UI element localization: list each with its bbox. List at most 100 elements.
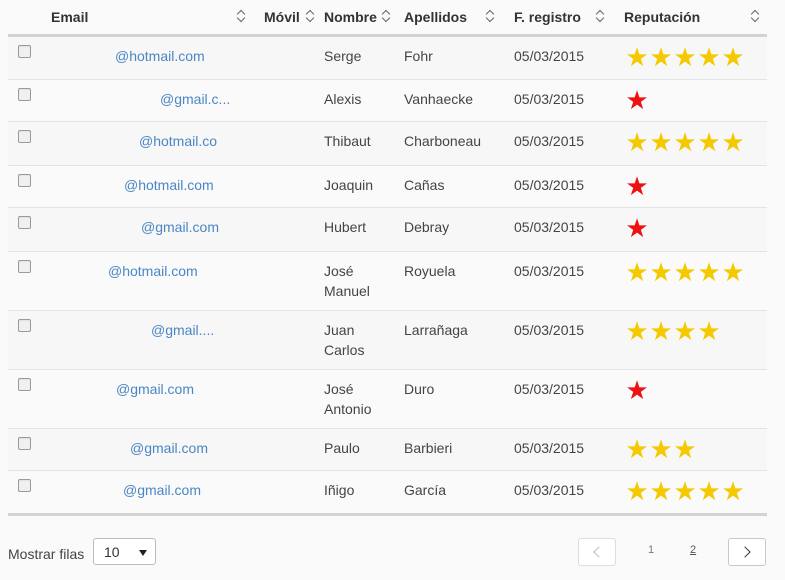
star-icon: ★	[625, 171, 648, 201]
email-link[interactable]: @hotmail.com	[124, 166, 214, 195]
star-rating: ★ ★ ★ ★ ★	[624, 471, 767, 506]
page-2-link[interactable]: 2	[690, 544, 696, 556]
reputacion-cell: ★	[624, 80, 767, 122]
email-link[interactable]: @hotmail.com	[115, 37, 205, 66]
email-cell: @hotmail.com	[48, 166, 260, 208]
nombre-cell: José Manuel	[324, 252, 404, 311]
apellidos-cell-text: Duro	[404, 381, 435, 397]
row-select-cell	[8, 166, 48, 208]
table-row[interactable]: @gmail.com Iñigo García 05/03/2015 ★ ★ ★ ★ ★	[8, 470, 767, 515]
fregistro-cell-text: 05/03/2015	[514, 48, 585, 64]
movil-cell	[260, 80, 324, 122]
star-icon: ★	[625, 375, 648, 405]
star-icon: ★	[625, 213, 648, 243]
prev-page-button[interactable]	[578, 538, 616, 566]
fregistro-cell: 05/03/2015	[514, 80, 624, 122]
header-nombre[interactable]: Nombre	[324, 0, 404, 37]
sort-icon[interactable]	[751, 9, 760, 23]
table-row[interactable]: @gmail.com José Antonio Duro 05/03/2015 ★	[8, 369, 767, 429]
row-select-cell	[8, 80, 48, 122]
table-row[interactable]: @gmail.com Hubert Debray 05/03/2015 ★	[8, 207, 767, 252]
header-email[interactable]: Email	[48, 0, 260, 37]
movil-cell	[260, 252, 324, 311]
table-row[interactable]: @hotmail.co Thibaut Charboneau 05/03/2015 ★ ★…	[8, 121, 767, 166]
sort-icon[interactable]	[486, 9, 495, 23]
sort-icon[interactable]	[237, 9, 246, 23]
email-cell: @hotmail.com	[48, 36, 260, 80]
page-1-link[interactable]: 1	[648, 544, 654, 556]
table-row[interactable]: @hotmail.com Joaquin Cañas 05/03/2015 ★	[8, 165, 767, 208]
star-icon: ★	[649, 316, 672, 346]
header-movil[interactable]: Móvil	[260, 0, 324, 37]
header-apellidos[interactable]: Apellidos	[404, 0, 514, 37]
header-movil-label: Móvil	[264, 9, 300, 25]
email-link[interactable]: @gmail.com	[141, 208, 219, 237]
table-row[interactable]: @gmail.c... Alexis Vanhaecke 05/03/2015 ★	[8, 79, 767, 122]
sort-icon[interactable]	[306, 9, 315, 23]
row-checkbox[interactable]	[18, 216, 31, 229]
table-row[interactable]: @hotmail.com José Manuel Royuela 05/03/2015…	[8, 251, 767, 311]
fregistro-cell-text: 05/03/2015	[514, 322, 585, 338]
row-checkbox[interactable]	[18, 174, 31, 187]
email-link[interactable]: @hotmail.com	[108, 252, 198, 281]
header-select	[8, 0, 48, 37]
email-link[interactable]: @hotmail.co	[139, 122, 217, 151]
rows-per-page-select[interactable]: 10	[93, 538, 156, 565]
email-link[interactable]: @gmail.c...	[160, 80, 230, 109]
email-cell: @gmail.com	[48, 429, 260, 471]
nombre-cell: Thibaut	[324, 122, 404, 166]
apellidos-cell-text: Larrañaga	[404, 322, 468, 338]
next-page-button[interactable]	[728, 538, 766, 566]
caret-down-icon	[139, 550, 147, 556]
star-icon: ★	[697, 476, 720, 506]
email-cell: @gmail.com	[48, 471, 260, 515]
email-link[interactable]: @gmail.com	[116, 370, 194, 399]
star-icon: ★	[697, 316, 720, 346]
star-icon: ★	[721, 257, 744, 287]
star-rating: ★	[624, 80, 767, 113]
apellidos-cell: Duro	[404, 370, 514, 429]
nombre-cell: Alexis	[324, 80, 404, 122]
email-link[interactable]: @gmail.com	[130, 429, 208, 458]
sort-icon[interactable]	[382, 9, 391, 23]
movil-cell	[260, 429, 324, 471]
row-checkbox[interactable]	[18, 437, 31, 450]
email-link[interactable]: @gmail....	[151, 311, 214, 340]
row-checkbox[interactable]	[18, 130, 31, 143]
movil-cell	[260, 166, 324, 208]
email-link[interactable]: @gmail.com	[123, 471, 201, 500]
apellidos-cell: Cañas	[404, 166, 514, 208]
email-cell: @gmail....	[48, 311, 260, 370]
row-select-cell	[8, 370, 48, 429]
table-body: @hotmail.com Serge Fohr 05/03/2015 ★ ★ ★ ★ ★ @gma…	[8, 35, 767, 515]
row-checkbox[interactable]	[18, 479, 31, 492]
header-reputacion[interactable]: Reputación	[624, 0, 767, 37]
row-checkbox[interactable]	[18, 88, 31, 101]
star-rating: ★ ★ ★ ★ ★	[624, 122, 767, 155]
email-cell: @gmail.c...	[48, 80, 260, 122]
row-checkbox[interactable]	[18, 319, 31, 332]
star-icon: ★	[649, 434, 672, 464]
nombre-cell-text: Serge	[324, 48, 362, 64]
table-row[interactable]: @gmail.... Juan Carlos Larrañaga 05/03/2015…	[8, 310, 767, 370]
star-icon: ★	[649, 476, 672, 506]
star-rating: ★ ★ ★ ★ ★	[624, 252, 767, 287]
reputacion-cell: ★	[624, 370, 767, 429]
row-checkbox[interactable]	[18, 378, 31, 391]
table-row[interactable]: @hotmail.com Serge Fohr 05/03/2015 ★ ★ ★ ★ ★	[8, 35, 767, 80]
star-icon: ★	[673, 476, 696, 506]
star-icon: ★	[697, 42, 720, 72]
sort-icon[interactable]	[596, 9, 605, 23]
row-select-cell	[8, 122, 48, 166]
header-fregistro-label: F. registro	[514, 9, 581, 25]
nombre-cell-text: Joaquin	[324, 177, 374, 193]
header-fregistro[interactable]: F. registro	[514, 0, 624, 37]
nombre-cell: Juan Carlos	[324, 311, 404, 370]
row-checkbox[interactable]	[18, 260, 31, 273]
row-select-cell	[8, 471, 48, 515]
row-checkbox[interactable]	[18, 45, 31, 58]
fregistro-cell: 05/03/2015	[514, 429, 624, 471]
star-icon: ★	[625, 476, 648, 506]
fregistro-cell: 05/03/2015	[514, 122, 624, 166]
table-row[interactable]: @gmail.com Paulo Barbieri 05/03/2015 ★ ★ ★	[8, 428, 767, 471]
